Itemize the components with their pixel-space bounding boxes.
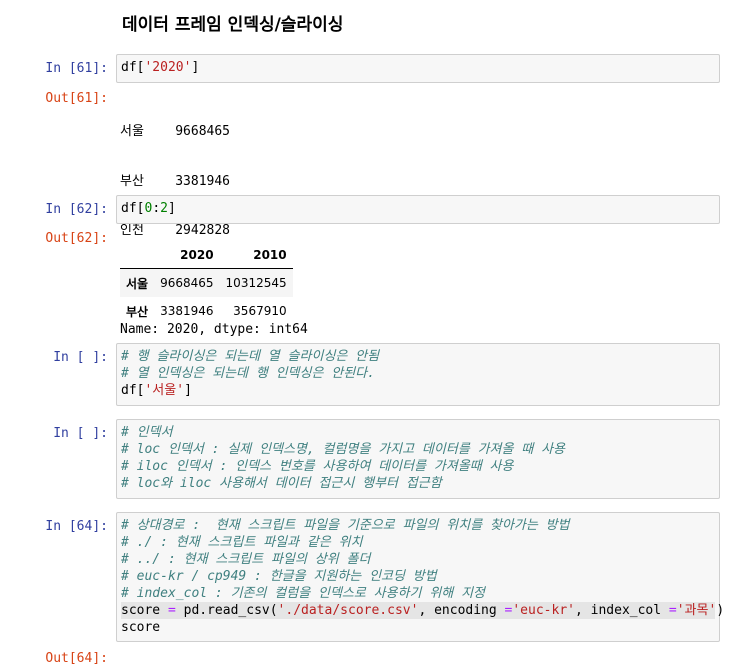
code-token: pd.read_csv( [175,603,278,618]
code-token: score [121,603,168,618]
code-cell-61[interactable]: df['2020'] [116,54,720,83]
code-number: 2 [160,201,168,216]
output-line: 부산 3381946 [120,173,231,189]
code-string: 'euc-kr' [512,603,575,618]
code-token: ] [167,201,176,216]
table-header-row: 2020 2010 [120,242,293,269]
code-comment: # ../ : 현재 스크립트 파일의 상위 폴더 [121,552,371,567]
input-prompt: In [61]: [45,61,108,76]
code-token: ] [184,383,192,398]
column-header: 2010 [219,242,293,269]
table-cell: 3381946 [160,304,214,318]
code-cell-slicing[interactable]: # 행 슬라이싱은 되는데 열 슬라이싱은 안됨 # 열 인덱싱은 되는데 행 … [116,343,720,406]
output-prompt: Out[64]: [45,651,108,666]
code-comment: # euc-kr / cp949 : 한글을 지원하는 인코딩 방법 [121,569,437,584]
code-comment: # 행 슬라이싱은 되는데 열 슬라이싱은 안됨 [121,349,380,364]
code-line: score [121,620,161,635]
page-heading: 데이터 프레임 인덱싱/슬라이싱 [122,15,344,35]
code-comment: # loc와 iloc 사용해서 데이터 접근시 행부터 접근함 [121,476,442,491]
row-index: 서울 [126,276,149,291]
code-string: '과목' [676,603,717,618]
code-operator: = [668,603,677,618]
table-cell: 10312545 [225,276,287,290]
code-token: , index_col [574,603,669,618]
input-prompt: In [64]: [45,519,108,534]
code-token: df[ [121,60,145,75]
code-string: '서울' [144,383,185,398]
input-prompt: In [62]: [45,202,108,217]
output-prompt: Out[62]: [45,231,108,246]
code-token: ] [191,60,200,75]
code-operator: = [167,603,176,618]
code-cell-64[interactable]: # 상대경로 : 현재 스크립트 파일을 기준으로 파일의 위치를 찾아가는 방… [116,512,724,642]
code-comment: # 열 인덱싱은 되는데 행 인덱싱은 안된다. [121,366,375,381]
code-string: '2020' [144,60,192,75]
code-comment: # loc 인덱서 : 실제 인덱스명, 컬럼명을 가지고 데이터를 가져올 때… [121,442,566,457]
code-token: , encoding [418,603,505,618]
current-code-line: score = pd.read_csv('./data/score.csv', … [121,602,724,619]
code-token: : [152,201,161,216]
code-comment: # 인덱서 [121,425,173,440]
code-token: df[ [121,383,145,398]
column-header: 2020 [154,242,220,269]
code-token: ) [716,603,725,618]
row-index: 부산 [126,304,149,319]
output-prompt: Out[61]: [45,91,108,106]
index-header [120,242,155,269]
output-line: 인천 2942828 [120,223,231,238]
code-cell-indexer[interactable]: # 인덱서 # loc 인덱서 : 실제 인덱스명, 컬럼명을 가지고 데이터를… [116,419,720,499]
code-comment: # index_col : 기존의 컬럼을 인덱스로 사용하기 위해 지정 [121,586,485,601]
code-token: df[ [121,201,145,216]
table-cell: 3567910 [233,304,287,318]
code-cell-62[interactable]: df[0:2] [116,195,720,224]
table-row: 서울 9668465 10312545 [120,268,293,297]
dataframe-table: 2020 2010 서울 9668465 10312545 부산 3381946… [120,242,293,325]
code-comment: # ./ : 현재 스크립트 파일과 같은 위치 [121,535,363,550]
code-comment: # 상대경로 : 현재 스크립트 파일을 기준으로 파일의 위치를 찾아가는 방… [121,518,570,533]
code-comment: # iloc 인덱서 : 인덱스 번호를 사용하여 데이터를 가져올때 사용 [121,459,514,474]
table-row: 부산 3381946 3567910 [120,297,293,325]
code-string: './data/score.csv' [277,603,419,618]
table-cell: 9668465 [160,276,214,290]
input-prompt: In [ ]: [53,350,108,365]
input-prompt: In [ ]: [53,426,108,441]
output-line: 서울 9668465 [120,124,231,139]
